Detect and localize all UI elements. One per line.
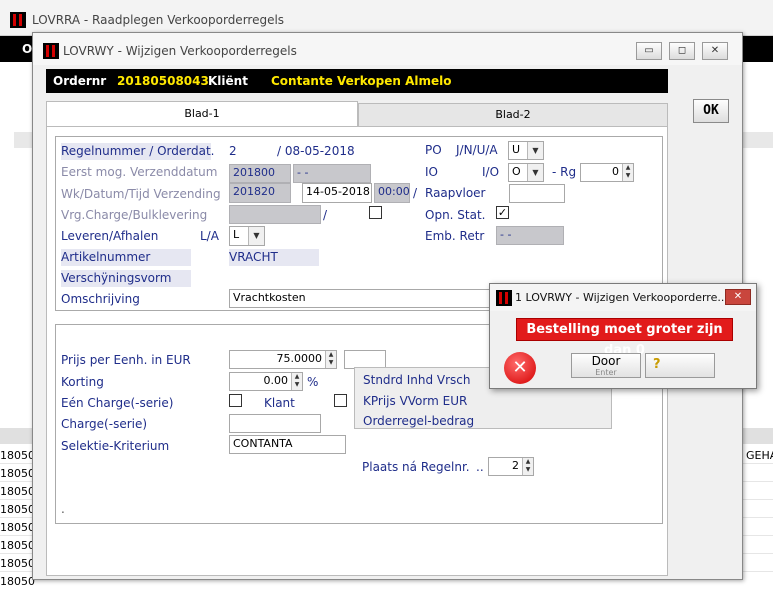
restore-button[interactable]: ◻ xyxy=(669,42,695,60)
tab-blad-1[interactable]: Blad-1 xyxy=(46,101,358,126)
app-logo-icon xyxy=(496,290,512,306)
dialog-message-box: Bestelling moet groter zijn dan 0 xyxy=(516,318,733,358)
raapvloer-field[interactable] xyxy=(509,184,565,203)
wk-week-field[interactable]: 201820 xyxy=(229,183,291,203)
help-icon: ? xyxy=(653,357,661,372)
la-label: L/A xyxy=(200,229,219,243)
background-titlebar: LOVRRA - Raadplegen Verkooporderregels xyxy=(0,0,773,36)
vrg-field xyxy=(229,205,321,224)
app-logo-icon xyxy=(10,12,26,28)
rg-stepper[interactable]: 0 ▲ ▼ xyxy=(580,163,634,182)
omschrijving-label: Omschrijving xyxy=(61,292,140,306)
background-col-header: O xyxy=(22,42,33,56)
rg-label: - Rg xyxy=(552,165,577,179)
vrg-slash: / xyxy=(323,208,328,222)
eerst-date-field: - - xyxy=(293,164,371,183)
client-value: Contante Verkopen Almelo xyxy=(271,74,452,88)
wk-label: Wk/Datum/Tijd Verzending xyxy=(61,187,221,201)
minimize-button[interactable]: ▭ xyxy=(636,42,662,60)
vrg-checkbox[interactable] xyxy=(369,206,382,219)
artikel-label: Artikelnummer xyxy=(61,249,191,266)
dialog-titlebar[interactable]: 1 LOVRWY - Wijzigen Verkooporderre... ✕ xyxy=(490,284,756,311)
dot-marker: . xyxy=(61,502,65,516)
orderregel-label: Orderregel-bedrag xyxy=(363,414,475,428)
app-logo-icon xyxy=(43,43,59,59)
korting-label: Korting xyxy=(61,375,104,389)
een-charge-label: Eén Charge(-serie) xyxy=(61,396,174,410)
background-right-text: GEHA xyxy=(746,449,773,462)
io-io-label: I/O xyxy=(482,165,500,179)
regelnummer-value: 2 xyxy=(229,144,237,158)
client-label: Kliënt xyxy=(208,74,248,88)
door-label: Door xyxy=(591,354,621,368)
charge-field[interactable] xyxy=(229,414,321,433)
order-header: Ordernr 20180508043 Kliënt Contante Verk… xyxy=(46,69,668,93)
klant-label: Klant xyxy=(264,396,295,410)
ordernr-label: Ordernr xyxy=(53,74,107,88)
artikel-value: VRACHT xyxy=(229,249,319,266)
chevron-down-icon[interactable]: ▼ xyxy=(527,164,543,181)
raapvloer-label: Raapvloer xyxy=(425,186,486,200)
po-select[interactable]: U ▼ xyxy=(508,141,544,160)
tab-blad-1-label: Blad-1 xyxy=(184,107,220,120)
tab-blad-2-label: Blad-2 xyxy=(495,108,531,121)
plaats-label: Plaats ná Regelnr. xyxy=(362,460,470,474)
omschrijving-field[interactable]: Vrachtkosten xyxy=(229,289,499,308)
help-button[interactable]: ? xyxy=(645,353,715,378)
po-label: PO xyxy=(425,143,442,157)
prijs-stepper[interactable]: 75.0000 ▲ ▼ xyxy=(229,350,337,369)
po-jnua-label: J/N/U/A xyxy=(456,143,498,157)
korting-stepper[interactable]: 0.00 ▲ ▼ xyxy=(229,372,303,391)
wk-time-field[interactable]: 00:00 xyxy=(374,183,410,203)
close-button[interactable]: ✕ xyxy=(702,42,728,60)
klant-checkbox[interactable] xyxy=(334,394,347,407)
dialog-title: 1 LOVRWY - Wijzigen Verkooporderre... xyxy=(515,291,728,304)
opn-checkbox[interactable]: ✓ xyxy=(496,206,509,219)
regelnummer-label: Regelnummer / Orderdat. xyxy=(61,143,215,160)
error-dialog: 1 LOVRWY - Wijzigen Verkooporderre... ✕ … xyxy=(489,283,757,389)
io-select[interactable]: O ▼ xyxy=(508,163,544,182)
plaats-stepper[interactable]: 2 ▲ ▼ xyxy=(488,457,534,476)
chevron-down-icon[interactable]: ▼ xyxy=(527,142,543,159)
chevron-down-icon[interactable]: ▼ xyxy=(248,227,264,245)
charge-label: Charge(-serie) xyxy=(61,417,148,431)
selektie-label: Selektie-Kriterium xyxy=(61,439,170,453)
door-button[interactable]: Door Enter xyxy=(571,353,641,378)
io-label: IO xyxy=(425,165,438,179)
dialog-close-button[interactable]: ✕ xyxy=(725,289,751,305)
kprijs-label: KPrijs VVorm EUR xyxy=(363,394,468,408)
eerst-label: Eerst mog. Verzenddatum xyxy=(61,165,218,179)
emb-field: - - xyxy=(496,226,564,245)
emb-label: Emb. Retr xyxy=(425,229,485,243)
main-titlebar[interactable]: LOVRWY - Wijzigen Verkooporderregels ▭ ◻… xyxy=(33,33,742,65)
tab-blad-2[interactable]: Blad-2 xyxy=(358,103,668,126)
eerst-week-field: 201800 xyxy=(229,164,291,183)
la-select[interactable]: L ▼ xyxy=(229,226,265,246)
plaats-dots: .. xyxy=(476,460,484,474)
verschijning-label: Verschÿningsvorm xyxy=(61,270,191,287)
background-title: LOVRRA - Raadplegen Verkooporderregels xyxy=(32,13,285,27)
stndrd-label: Stndrd Inhd Vrsch xyxy=(363,373,471,387)
opn-label: Opn. Stat. xyxy=(425,208,486,222)
wk-slash: / xyxy=(413,186,418,200)
vrg-label: Vrg.Charge/Bulklevering xyxy=(61,208,208,222)
een-charge-checkbox[interactable] xyxy=(229,394,242,407)
ordernr-value: 20180508043 xyxy=(117,74,209,88)
orderdat-value: / 08-05-2018 xyxy=(277,144,355,158)
main-title: LOVRWY - Wijzigen Verkooporderregels xyxy=(63,44,297,58)
selektie-field[interactable]: CONTANTA xyxy=(229,435,346,454)
error-icon: ✕ xyxy=(504,352,536,384)
door-sub-label: Enter xyxy=(595,368,617,377)
prijs-label: Prijs per Eenh. in EUR xyxy=(61,353,191,367)
korting-unit: % xyxy=(307,375,319,389)
wk-date-field[interactable]: 14-05-2018 xyxy=(302,183,372,203)
ok-button[interactable]: OK xyxy=(693,99,729,123)
leveren-label: Leveren/Afhalen xyxy=(61,229,159,243)
close-icon: ✕ xyxy=(733,291,743,302)
